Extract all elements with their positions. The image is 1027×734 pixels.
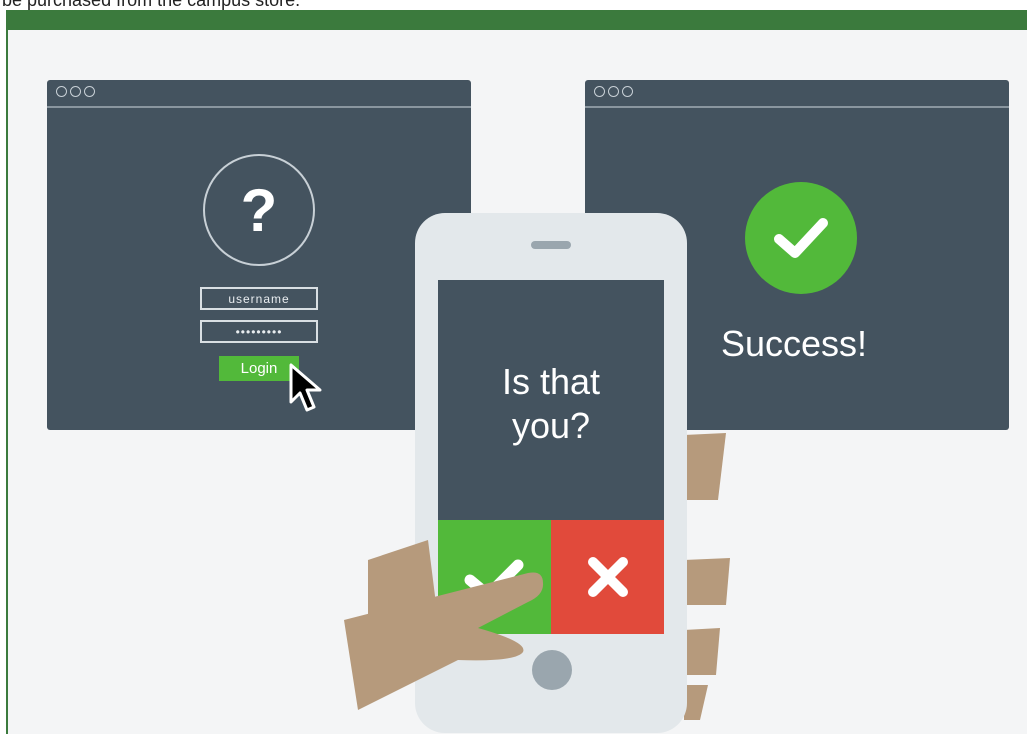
caption-label: be purchased from the campus store. xyxy=(2,0,301,10)
header-bar xyxy=(6,10,1027,30)
thumb-illustration xyxy=(344,540,544,710)
caption-text: be purchased from the campus store. xyxy=(0,0,1027,10)
illustration-frame: ? username ••••••••• Login Success! Is t… xyxy=(8,30,1027,734)
